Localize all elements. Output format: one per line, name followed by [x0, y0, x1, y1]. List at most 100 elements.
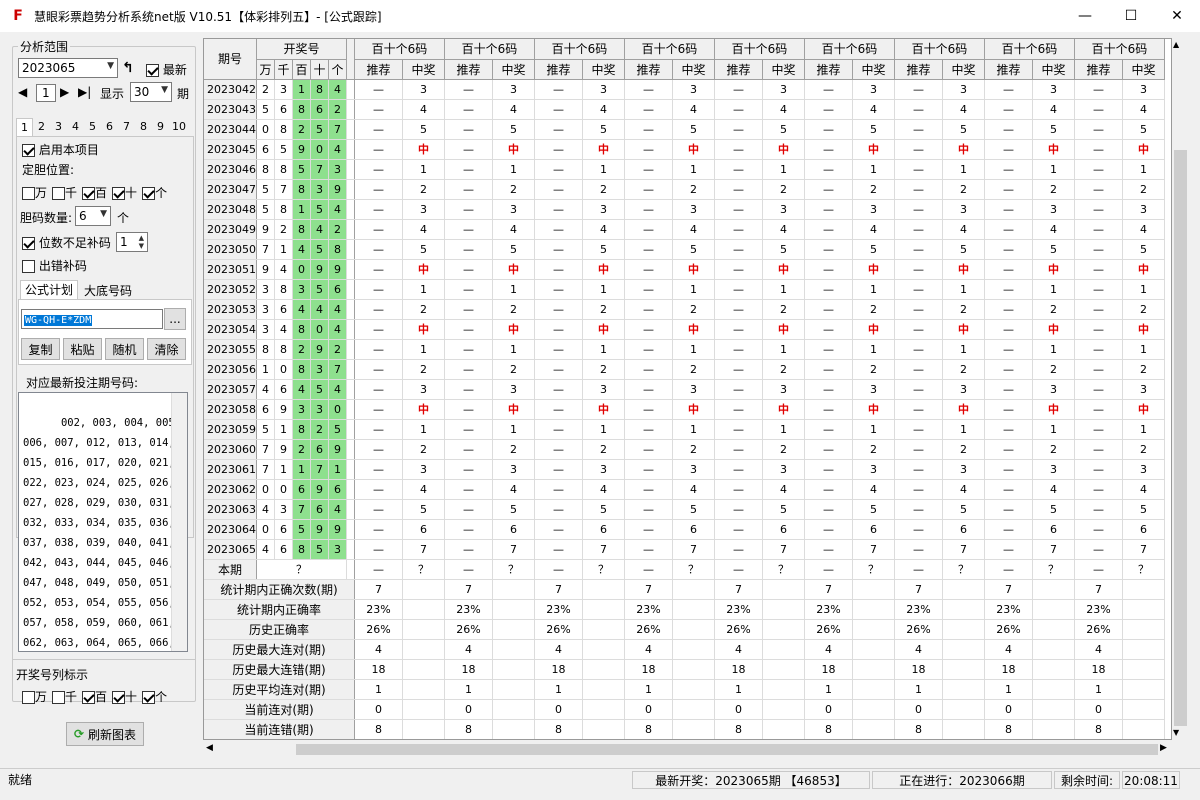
table-row[interactable]: 2023065 4 6 8 5 3—7—7—7—7—7—7—7—7—7 — [204, 539, 1165, 560]
table-row[interactable]: 2023064 0 6 5 9 9—6—6—6—6—6—6—6—6—6 — [204, 519, 1165, 540]
table-row[interactable]: 2023050 7 1 4 5 8—5—5—5—5—5—5—5—5—5 — [204, 239, 1165, 260]
project-tab-8[interactable]: 8 — [135, 118, 152, 136]
project-tab-10[interactable]: 10 — [169, 118, 189, 136]
scroll-down-icon[interactable]: ▼ — [1173, 728, 1179, 737]
scroll-up-icon[interactable]: ▲ — [1173, 40, 1179, 49]
table-row[interactable]: 2023059 5 1 8 2 5—1—1—1—1—1—1—1—1—1 — [204, 419, 1165, 440]
vertical-scroll-thumb[interactable] — [1174, 150, 1187, 726]
project-tab-4[interactable]: 4 — [67, 118, 84, 136]
table-row[interactable]: 2023047 5 7 8 3 9—2—2—2—2—2—2—2—2—2 — [204, 179, 1165, 200]
table-row[interactable]: 2023048 5 8 1 5 4—3—3—3—3—3—3—3—3—3 — [204, 199, 1165, 220]
period-select[interactable]: 2023065 ▼ — [18, 58, 118, 78]
column-splitter[interactable] — [346, 39, 355, 80]
win-cell: 1 — [492, 419, 535, 440]
table-row[interactable]: 2023054 3 4 8 0 4— 中 — 中 — 中 — 中 — 中 — 中 — 中 — 中 — 中 — [204, 319, 1165, 340]
display-position-checkbox-1[interactable]: 万 — [22, 688, 47, 705]
digit-cell: 0 — [292, 259, 311, 280]
project-tab-3[interactable]: 3 — [50, 118, 67, 136]
position-checkbox-5[interactable]: 个 — [142, 184, 167, 201]
current-row[interactable]: 本期？ —？ —？ —？ —？ —？ —？ —？ —？ —？ — [204, 559, 1165, 580]
win-cell: ？ — [672, 559, 715, 580]
period-header: 期号 — [204, 39, 257, 80]
tab-formula[interactable]: 公式计划 — [20, 280, 78, 300]
scroll-right-icon[interactable]: ▶ — [1160, 743, 1167, 753]
display-position-checkbox-2[interactable]: 千 — [52, 688, 77, 705]
clear-button[interactable]: 清除 — [147, 338, 186, 360]
recommend-cell: — — [1074, 239, 1123, 260]
position-check-icon — [142, 187, 156, 200]
table-row[interactable]: 2023061 7 1 1 7 1—3—3—3—3—3—3—3—3—3 — [204, 459, 1165, 480]
prev-page-icon[interactable]: ◀ — [18, 85, 27, 99]
display-position-checkbox-3[interactable]: 百 — [82, 688, 107, 705]
paste-button[interactable]: 粘贴 — [63, 338, 102, 360]
scroll-left-icon[interactable]: ◀ — [206, 743, 213, 753]
project-tab-2[interactable]: 2 — [33, 118, 50, 136]
win-cell: 中 — [942, 399, 985, 420]
numbers-scrollbar[interactable] — [171, 393, 187, 651]
recommend-cell: — — [894, 399, 943, 420]
refresh-button[interactable]: ⟳ 刷新图表 — [66, 722, 144, 746]
numbers-list[interactable]: 002, 003, 004, 005, 006, 007, 012, 013, … — [18, 392, 188, 652]
table-row[interactable]: 2023046 8 8 5 7 3—1—1—1—1—1—1—1—1—1 — [204, 159, 1165, 180]
project-tab-5[interactable]: 5 — [84, 118, 101, 136]
copy-button[interactable]: 复制 — [21, 338, 60, 360]
fill-stepper[interactable]: 1 ▲ ▼ — [116, 232, 148, 252]
count-select[interactable]: 6 ▼ — [75, 206, 111, 226]
tab-base[interactable]: 大底号码 — [80, 282, 136, 300]
more-button[interactable]: ... — [164, 308, 186, 330]
data-grid[interactable]: 期号 开奖号 百十个6码 百十个6码 百十个6码 百十个6码 百十个6码 百十个6码 百十个6码… — [203, 38, 1172, 740]
display-position-checkbox-5[interactable]: 个 — [142, 688, 167, 705]
position-checkbox-2[interactable]: 千 — [52, 184, 77, 201]
project-tab-1[interactable]: 1 — [16, 118, 33, 136]
fill-checkbox[interactable]: 位数不足补码 — [22, 234, 111, 251]
recommend-cell: — — [714, 159, 763, 180]
table-row[interactable]: 2023051 9 4 0 9 9— 中 — 中 — 中 — 中 — 中 — 中 — 中 — 中 — 中 — [204, 259, 1165, 280]
table-row[interactable]: 2023044 0 8 2 5 7—5—5—5—5—5—5—5—5—5 — [204, 119, 1165, 140]
win-cell: 中 — [402, 139, 445, 160]
table-row[interactable]: 2023043 5 6 8 6 2—4—4—4—4—4—4—4—4—4 — [204, 99, 1165, 120]
stat-row: 历史正确率 26% 26% 26% 26% 26% 26% 26% 26% 26% — [204, 619, 1165, 640]
table-row[interactable]: 2023057 4 6 4 5 4—3—3—3—3—3—3—3—3—3 — [204, 379, 1165, 400]
page-input[interactable]: 1 — [36, 84, 56, 102]
table-row[interactable]: 2023052 3 8 3 5 6—1—1—1—1—1—1—1—1—1 — [204, 279, 1165, 300]
win-cell: 中 — [1122, 399, 1165, 420]
project-tab-6[interactable]: 6 — [101, 118, 118, 136]
position-checkbox-3[interactable]: 百 — [82, 184, 107, 201]
show-count-select[interactable]: 30 ▼ — [130, 82, 172, 102]
undo-icon[interactable]: ↰ — [122, 60, 134, 76]
minimize-button[interactable]: — — [1062, 0, 1108, 32]
table-row[interactable]: 2023042 2 3 1 8 4—3—3—3—3—3—3—3—3—3 — [204, 79, 1165, 100]
maximize-button[interactable]: ☐ — [1108, 0, 1154, 32]
table-row[interactable]: 2023045 6 5 9 0 4— 中 — 中 — 中 — 中 — 中 — 中 — 中 — 中 — 中 — [204, 139, 1165, 160]
vertical-scrollbar[interactable]: ▲ ▼ — [1172, 38, 1189, 740]
win-cell: 5 — [492, 119, 535, 140]
error-checkbox[interactable]: 出错补码 — [22, 257, 87, 274]
table-row[interactable]: 2023060 7 9 2 6 9—2—2—2—2—2—2—2—2—2 — [204, 439, 1165, 460]
next-page-icon[interactable]: ▶ — [60, 85, 69, 99]
latest-checkbox[interactable]: 最新 — [146, 61, 187, 78]
display-position-checkbox-4[interactable]: 十 — [112, 688, 137, 705]
table-row[interactable]: 2023056 1 0 8 3 7—2—2—2—2—2—2—2—2—2 — [204, 359, 1165, 380]
table-row[interactable]: 2023053 3 6 4 4 4—2—2—2—2—2—2—2—2—2 — [204, 299, 1165, 320]
last-page-icon[interactable]: ▶| — [78, 85, 91, 99]
horizontal-scroll-thumb[interactable] — [296, 744, 1158, 755]
position-checkbox-4[interactable]: 十 — [112, 184, 137, 201]
enable-checkbox[interactable]: 启用本项目 — [22, 141, 99, 158]
digit-cell: 9 — [274, 439, 293, 460]
formula-input[interactable]: WG-QH-E*ZDM — [21, 309, 163, 329]
project-tab-9[interactable]: 9 — [152, 118, 169, 136]
position-checkbox-1[interactable]: 万 — [22, 184, 47, 201]
project-tab-7[interactable]: 7 — [118, 118, 135, 136]
horizontal-scrollbar[interactable]: ◀ ▶ — [203, 741, 1172, 758]
digit-cell: 3 — [256, 319, 275, 340]
table-row[interactable]: 2023049 9 2 8 4 2—4—4—4—4—4—4—4—4—4 — [204, 219, 1165, 240]
random-button[interactable]: 随机 — [105, 338, 144, 360]
table-row[interactable]: 2023063 4 3 7 6 4—5—5—5—5—5—5—5—5—5 — [204, 499, 1165, 520]
stat-value: 26% — [804, 619, 853, 640]
table-row[interactable]: 2023055 8 8 2 9 2—1—1—1—1—1—1—1—1—1 — [204, 339, 1165, 360]
win-cell: 1 — [1122, 419, 1165, 440]
close-button[interactable]: ✕ — [1154, 0, 1200, 32]
table-row[interactable]: 2023058 6 9 3 3 0— 中 — 中 — 中 — 中 — 中 — 中 — 中 — 中 — 中 — [204, 399, 1165, 420]
digit-cell: 3 — [274, 79, 293, 100]
table-row[interactable]: 2023062 0 0 6 9 6—4—4—4—4—4—4—4—4—4 — [204, 479, 1165, 500]
